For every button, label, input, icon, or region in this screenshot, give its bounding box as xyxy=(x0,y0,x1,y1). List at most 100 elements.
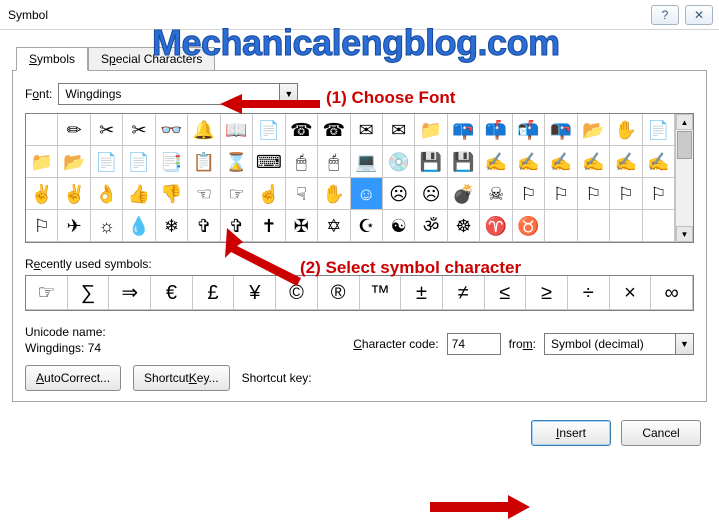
recent-symbol-cell[interactable]: © xyxy=(276,276,318,310)
symbol-cell[interactable]: ✋ xyxy=(318,178,350,210)
symbol-cell[interactable]: ☹ xyxy=(383,178,415,210)
symbol-cell[interactable]: ✍ xyxy=(643,146,675,178)
recent-symbol-cell[interactable]: ÷ xyxy=(568,276,610,310)
symbol-cell[interactable] xyxy=(545,210,577,242)
symbol-cell[interactable]: ⚐ xyxy=(610,178,642,210)
symbol-cell[interactable]: ✞ xyxy=(221,210,253,242)
scroll-thumb[interactable] xyxy=(677,131,692,159)
symbol-cell[interactable]: 💻 xyxy=(351,146,383,178)
symbol-cell[interactable]: ✌ xyxy=(58,178,90,210)
recent-symbol-cell[interactable]: ≠ xyxy=(443,276,485,310)
charcode-input[interactable]: 74 xyxy=(447,333,501,355)
tab-symbols[interactable]: Symbols xyxy=(16,47,88,71)
recent-symbol-cell[interactable]: € xyxy=(151,276,193,310)
recent-symbol-cell[interactable]: × xyxy=(610,276,652,310)
font-combobox[interactable]: Wingdings ▼ xyxy=(58,83,298,105)
close-button[interactable]: ✕ xyxy=(685,5,713,25)
symbol-cell[interactable]: ⚐ xyxy=(545,178,577,210)
symbol-cell[interactable]: 📂 xyxy=(578,114,610,146)
scroll-track[interactable] xyxy=(676,160,693,226)
symbol-cell[interactable]: 💣 xyxy=(448,178,480,210)
recent-symbol-cell[interactable]: ≥ xyxy=(526,276,568,310)
symbol-cell[interactable]: ✂ xyxy=(123,114,155,146)
symbol-cell[interactable]: ⚐ xyxy=(26,210,58,242)
symbol-cell[interactable]: ✍ xyxy=(513,146,545,178)
recent-symbol-cell[interactable]: ¥ xyxy=(234,276,276,310)
symbol-grid[interactable]: ✏✂✂👓🔔📖📄☎☎✉✉📁📪📫📬📭📂✋📄📁📂📄📄📑📋⌛⌨🖱🖱💻💿💾💾✍✍✍✍✍✍✌… xyxy=(26,114,675,242)
symbol-cell[interactable]: ☺ xyxy=(351,178,383,210)
symbol-cell[interactable] xyxy=(578,210,610,242)
recent-symbol-cell[interactable]: £ xyxy=(193,276,235,310)
symbol-cell[interactable]: ⚐ xyxy=(643,178,675,210)
symbol-cell[interactable]: ✉ xyxy=(351,114,383,146)
symbol-cell[interactable]: 📂 xyxy=(58,146,90,178)
symbol-cell[interactable]: 📪 xyxy=(448,114,480,146)
recent-symbol-cell[interactable]: ⇒ xyxy=(109,276,151,310)
symbol-cell[interactable]: ✌ xyxy=(26,178,58,210)
tab-special-characters[interactable]: Special Characters xyxy=(88,47,215,71)
symbol-cell[interactable]: ✡ xyxy=(318,210,350,242)
symbol-cell[interactable]: ☸ xyxy=(448,210,480,242)
symbol-cell[interactable]: ✠ xyxy=(286,210,318,242)
symbol-cell[interactable]: ☟ xyxy=(286,178,318,210)
symbol-cell[interactable]: ✞ xyxy=(188,210,220,242)
symbol-cell[interactable]: 💾 xyxy=(415,146,447,178)
symbol-cell[interactable]: ☹ xyxy=(415,178,447,210)
symbol-cell[interactable]: 👎 xyxy=(156,178,188,210)
chevron-down-icon[interactable]: ▼ xyxy=(279,84,297,104)
from-combobox[interactable]: Symbol (decimal) ▼ xyxy=(544,333,694,355)
symbol-cell[interactable]: ॐ xyxy=(415,210,447,242)
chevron-down-icon[interactable]: ▼ xyxy=(675,334,693,354)
symbol-cell[interactable]: 📖 xyxy=(221,114,253,146)
symbol-cell[interactable]: ✏ xyxy=(58,114,90,146)
symbol-cell[interactable]: 💿 xyxy=(383,146,415,178)
scroll-down-icon[interactable]: ▼ xyxy=(676,226,693,242)
symbol-cell[interactable]: ☠ xyxy=(480,178,512,210)
symbol-cell[interactable]: ✍ xyxy=(480,146,512,178)
autocorrect-button[interactable]: AutoCorrect... xyxy=(25,365,121,391)
symbol-cell[interactable]: ☝ xyxy=(253,178,285,210)
recent-symbol-cell[interactable]: ∞ xyxy=(651,276,693,310)
recent-symbol-cell[interactable]: ☞ xyxy=(26,276,68,310)
symbol-cell[interactable]: 💧 xyxy=(123,210,155,242)
help-button[interactable]: ? xyxy=(651,5,679,25)
symbol-cell[interactable]: 💾 xyxy=(448,146,480,178)
symbol-cell[interactable]: 📁 xyxy=(415,114,447,146)
recent-symbol-cell[interactable]: ≤ xyxy=(485,276,527,310)
symbol-cell[interactable]: ☯ xyxy=(383,210,415,242)
insert-button[interactable]: Insert xyxy=(531,420,611,446)
symbol-cell[interactable]: 🖱 xyxy=(286,146,318,178)
symbol-cell[interactable]: 📄 xyxy=(123,146,155,178)
symbol-cell[interactable]: 👌 xyxy=(91,178,123,210)
symbol-cell[interactable]: 🔔 xyxy=(188,114,220,146)
symbol-cell[interactable]: 🖱 xyxy=(318,146,350,178)
symbol-cell[interactable]: 📑 xyxy=(156,146,188,178)
symbol-cell[interactable]: ❄ xyxy=(156,210,188,242)
symbol-cell[interactable]: ✈ xyxy=(58,210,90,242)
symbol-cell[interactable]: ☎ xyxy=(286,114,318,146)
symbol-cell[interactable]: ☞ xyxy=(221,178,253,210)
symbol-cell[interactable]: 📋 xyxy=(188,146,220,178)
symbol-cell[interactable]: ✋ xyxy=(610,114,642,146)
grid-scrollbar[interactable]: ▲ ▼ xyxy=(675,114,693,242)
symbol-cell[interactable]: ✝ xyxy=(253,210,285,242)
symbol-cell[interactable]: 📭 xyxy=(545,114,577,146)
symbol-cell[interactable]: 📄 xyxy=(253,114,285,146)
symbol-cell[interactable]: 📄 xyxy=(91,146,123,178)
symbol-cell[interactable]: ⚐ xyxy=(578,178,610,210)
symbol-cell[interactable]: 👍 xyxy=(123,178,155,210)
symbol-cell[interactable]: ☼ xyxy=(91,210,123,242)
symbol-cell[interactable]: ✉ xyxy=(383,114,415,146)
symbol-cell[interactable]: 📁 xyxy=(26,146,58,178)
symbol-cell[interactable]: ✍ xyxy=(578,146,610,178)
symbol-cell[interactable]: ♉ xyxy=(513,210,545,242)
symbol-cell[interactable] xyxy=(643,210,675,242)
symbol-cell[interactable]: ☜ xyxy=(188,178,220,210)
symbol-cell[interactable]: ✍ xyxy=(610,146,642,178)
symbol-cell[interactable]: ✍ xyxy=(545,146,577,178)
symbol-cell[interactable]: ⌛ xyxy=(221,146,253,178)
symbol-cell[interactable]: 📬 xyxy=(513,114,545,146)
symbol-cell[interactable]: ✂ xyxy=(91,114,123,146)
symbol-cell[interactable]: ⌨ xyxy=(253,146,285,178)
symbol-cell[interactable]: ☎ xyxy=(318,114,350,146)
